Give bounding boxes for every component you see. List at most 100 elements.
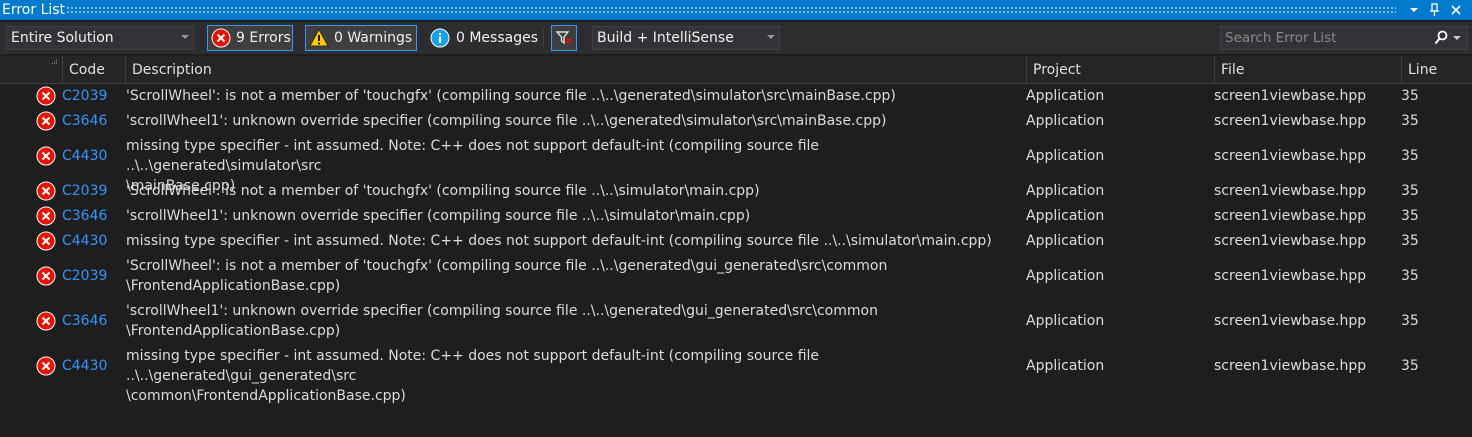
- error-line: 35: [1401, 148, 1419, 164]
- column-header-file[interactable]: File: [1214, 56, 1401, 83]
- error-icon: [36, 206, 56, 226]
- error-code-link[interactable]: C2039: [62, 267, 107, 285]
- column-resize-grip-icon: [52, 59, 57, 64]
- messages-count-label: 0 Messages: [456, 30, 539, 46]
- column-header-line-label: Line: [1408, 62, 1438, 78]
- window-dropdown-icon[interactable]: [1404, 0, 1424, 20]
- error-description: 'ScrollWheel': is not a member of 'touch…: [126, 258, 888, 294]
- table-row[interactable]: C4430 missing type specifier - int assum…: [0, 134, 1472, 194]
- error-icon: [211, 28, 231, 48]
- error-file: screen1viewbase.hpp: [1214, 208, 1367, 224]
- error-project: Application: [1026, 183, 1105, 199]
- build-filter-value: Build + IntelliSense: [597, 30, 734, 46]
- table-row[interactable]: C3646 'scrollWheel1': unknown override s…: [0, 299, 1472, 344]
- column-header-project[interactable]: Project: [1026, 56, 1214, 83]
- table-row[interactable]: C3646 'scrollWheel1': unknown override s…: [0, 204, 1472, 229]
- error-description: 'ScrollWheel': is not a member of 'touch…: [126, 88, 896, 104]
- filter-icon: [555, 31, 572, 45]
- table-row[interactable]: C4430 missing type specifier - int assum…: [0, 229, 1472, 254]
- error-line: 35: [1401, 268, 1419, 284]
- error-line: 35: [1401, 313, 1419, 329]
- column-header-project-label: Project: [1033, 62, 1081, 78]
- error-code-link[interactable]: C4430: [62, 232, 107, 250]
- search-input[interactable]: [1225, 29, 1425, 47]
- title-grip[interactable]: [66, 6, 1396, 14]
- error-code-link[interactable]: C4430: [62, 147, 107, 165]
- error-icon: [36, 356, 56, 376]
- error-code-link[interactable]: C2039: [62, 182, 107, 200]
- chevron-down-icon: [181, 35, 189, 39]
- scope-value: Entire Solution: [11, 30, 114, 46]
- toolbar-divider: [543, 28, 544, 48]
- error-icon: [36, 86, 56, 106]
- error-file: screen1viewbase.hpp: [1214, 233, 1367, 249]
- window-title: Error List: [2, 2, 66, 18]
- error-project: Application: [1026, 358, 1105, 374]
- table-row[interactable]: C3646 'scrollWheel1': unknown override s…: [0, 109, 1472, 134]
- error-file: screen1viewbase.hpp: [1214, 148, 1367, 164]
- column-header: Code Description Project File Line: [0, 56, 1472, 84]
- errors-filter-button[interactable]: 9 Errors: [207, 25, 293, 51]
- error-project: Application: [1026, 268, 1105, 284]
- error-description: missing type specifier - int assumed. No…: [126, 233, 992, 249]
- column-header-description[interactable]: Description: [125, 56, 1026, 83]
- search-icon[interactable]: [1434, 30, 1448, 46]
- error-line: 35: [1401, 88, 1419, 104]
- error-line: 35: [1401, 208, 1419, 224]
- close-icon[interactable]: [1446, 0, 1466, 20]
- warning-icon: [309, 28, 329, 47]
- error-file: screen1viewbase.hpp: [1214, 183, 1367, 199]
- error-project: Application: [1026, 233, 1105, 249]
- error-project: Application: [1026, 148, 1105, 164]
- error-line: 35: [1401, 358, 1419, 374]
- error-description: 'scrollWheel1': unknown override specifi…: [126, 303, 878, 339]
- error-project: Application: [1026, 88, 1105, 104]
- error-description: 'scrollWheel1': unknown override specifi…: [126, 208, 751, 224]
- error-icon: [36, 266, 56, 286]
- table-row[interactable]: C2039 'ScrollWheel': is not a member of …: [0, 254, 1472, 299]
- error-code-link[interactable]: C3646: [62, 207, 107, 225]
- error-file: screen1viewbase.hpp: [1214, 268, 1367, 284]
- error-line: 35: [1401, 183, 1419, 199]
- search-options-chevron-icon[interactable]: [1453, 36, 1461, 40]
- error-code-link[interactable]: C2039: [62, 87, 107, 105]
- error-icon: [36, 111, 56, 131]
- column-header-file-label: File: [1221, 62, 1245, 78]
- error-code-link[interactable]: C3646: [62, 112, 107, 130]
- column-header-icon[interactable]: [0, 56, 62, 83]
- search-box: [1220, 26, 1468, 50]
- error-code-link[interactable]: C3646: [62, 312, 107, 330]
- error-description: missing type specifier - int assumed. No…: [126, 348, 820, 404]
- error-description: 'scrollWheel1': unknown override specifi…: [126, 113, 887, 129]
- table-row[interactable]: C4430 missing type specifier - int assum…: [0, 344, 1472, 404]
- scope-dropdown[interactable]: Entire Solution: [6, 26, 194, 50]
- error-icon: [36, 146, 56, 166]
- column-header-code[interactable]: Code: [62, 56, 125, 83]
- column-header-description-label: Description: [132, 62, 212, 78]
- error-file: screen1viewbase.hpp: [1214, 88, 1367, 104]
- error-file: screen1viewbase.hpp: [1214, 358, 1367, 374]
- column-header-code-label: Code: [69, 62, 105, 78]
- error-description: 'ScrollWheel': is not a member of 'touch…: [126, 183, 760, 199]
- title-bar: Error List: [0, 0, 1472, 20]
- error-file: screen1viewbase.hpp: [1214, 313, 1367, 329]
- toolbar: Entire Solution 9 Errors 0 Warnings 0 Me…: [0, 22, 1472, 54]
- errors-count-label: 9 Errors: [236, 30, 291, 46]
- pin-icon[interactable]: [1424, 0, 1444, 20]
- error-project: Application: [1026, 313, 1105, 329]
- error-icon: [36, 311, 56, 331]
- error-code-link[interactable]: C4430: [62, 357, 107, 375]
- messages-filter-button[interactable]: 0 Messages: [427, 25, 539, 51]
- error-line: 35: [1401, 113, 1419, 129]
- build-filter-dropdown[interactable]: Build + IntelliSense: [592, 26, 780, 50]
- error-icon: [36, 231, 56, 251]
- error-file: screen1viewbase.hpp: [1214, 113, 1367, 129]
- warnings-filter-button[interactable]: 0 Warnings: [305, 25, 417, 51]
- table-row[interactable]: C2039 'ScrollWheel': is not a member of …: [0, 179, 1472, 204]
- column-header-line[interactable]: Line: [1401, 56, 1472, 83]
- error-line: 35: [1401, 233, 1419, 249]
- filter-button[interactable]: [551, 25, 577, 51]
- info-icon: [430, 28, 450, 48]
- chevron-down-icon: [767, 35, 775, 39]
- table-row[interactable]: C2039 'ScrollWheel': is not a member of …: [0, 84, 1472, 109]
